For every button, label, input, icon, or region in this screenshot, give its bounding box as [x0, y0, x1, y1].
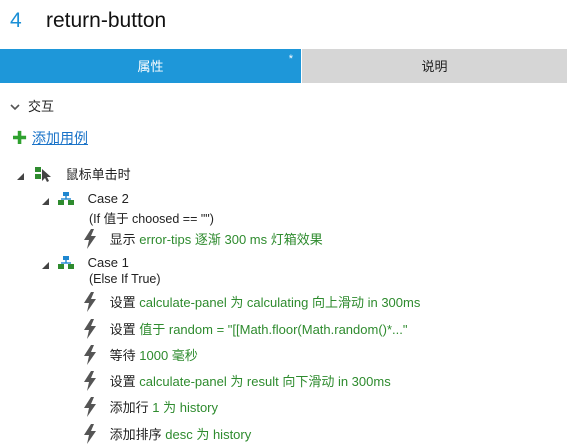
lightning-bolt-icon [82, 371, 98, 394]
action-verb: 设置 [109, 374, 136, 389]
action-row[interactable]: 添加行 1 为 history [82, 397, 218, 420]
add-case-link[interactable]: 添加用例 [32, 130, 88, 146]
action-row[interactable]: 添加排序 desc 为 history [82, 424, 251, 447]
lightning-bolt-icon [82, 292, 98, 315]
widget-header: 4 return-button [0, 0, 567, 48]
tab-modified-badge: * [288, 53, 293, 65]
widget-name[interactable]: return-button [46, 9, 166, 33]
action-detail: 值于 random = "[[Math.floor(Math.random()*… [139, 322, 408, 337]
expand-triangle-icon[interactable] [42, 262, 49, 269]
interaction-section-header[interactable]: 交互 [10, 96, 54, 114]
tab-properties-label: 属性 [137, 59, 164, 74]
plus-icon: ✚ [12, 128, 28, 148]
action-row[interactable]: 设置 calculate-panel 为 calculating 向上滑动 in… [82, 292, 420, 315]
action-verb: 添加行 [109, 400, 149, 415]
action-detail: error-tips 逐渐 300 ms 灯箱效果 [139, 232, 323, 247]
action-verb: 显示 [109, 232, 136, 247]
expand-triangle-icon[interactable] [17, 173, 24, 180]
action-detail: calculate-panel 为 calculating 向上滑动 in 30… [139, 295, 421, 310]
chevron-down-icon[interactable] [10, 99, 22, 114]
lightning-bolt-icon [82, 345, 98, 368]
action-row[interactable]: 显示 error-tips 逐渐 300 ms 灯箱效果 [82, 229, 323, 252]
case-tree-icon [58, 192, 74, 208]
expand-triangle-icon[interactable] [42, 198, 49, 205]
action-detail: 1000 毫秒 [139, 348, 198, 363]
action-verb: 等待 [109, 348, 136, 363]
action-detail: desc 为 history [165, 427, 252, 442]
widget-number: 4 [10, 9, 22, 32]
section-label: 交互 [28, 99, 55, 114]
case-condition: (If 值于 choosed == "") [89, 212, 214, 226]
lightning-bolt-icon [82, 229, 98, 252]
case-name: Case 1 [87, 255, 129, 270]
tab-notes[interactable]: 说明 [302, 49, 567, 83]
tab-notes-label: 说明 [421, 59, 448, 74]
action-row[interactable]: 等待 1000 毫秒 [82, 345, 198, 368]
add-case-button[interactable]: ✚ 添加用例 [12, 128, 88, 148]
action-detail: calculate-panel 为 result 向下滑动 in 300ms [139, 374, 391, 389]
action-verb: 添加排序 [109, 427, 162, 442]
case-name: Case 2 [87, 191, 129, 206]
lightning-bolt-icon [82, 319, 98, 342]
panel-tabs: 属性 * 说明 [0, 49, 567, 83]
case-condition: (Else If True) [89, 272, 161, 286]
case-row[interactable]: Case 2 [58, 191, 129, 208]
event-label: 鼠标单击时 [65, 167, 131, 182]
action-row[interactable]: 设置 值于 random = "[[Math.floor(Math.random… [82, 319, 408, 342]
event-row[interactable]: 鼠标单击时 [34, 164, 131, 185]
action-detail: 1 为 history [152, 400, 219, 415]
action-row[interactable]: 设置 calculate-panel 为 result 向下滑动 in 300m… [82, 371, 391, 394]
cursor-click-icon [34, 166, 52, 185]
case-row[interactable]: Case 1 [58, 255, 129, 272]
case-tree-icon [58, 256, 74, 272]
action-verb: 设置 [109, 295, 136, 310]
tab-properties[interactable]: 属性 * [0, 49, 301, 83]
lightning-bolt-icon [82, 424, 98, 447]
action-verb: 设置 [109, 322, 136, 337]
lightning-bolt-icon [82, 397, 98, 420]
